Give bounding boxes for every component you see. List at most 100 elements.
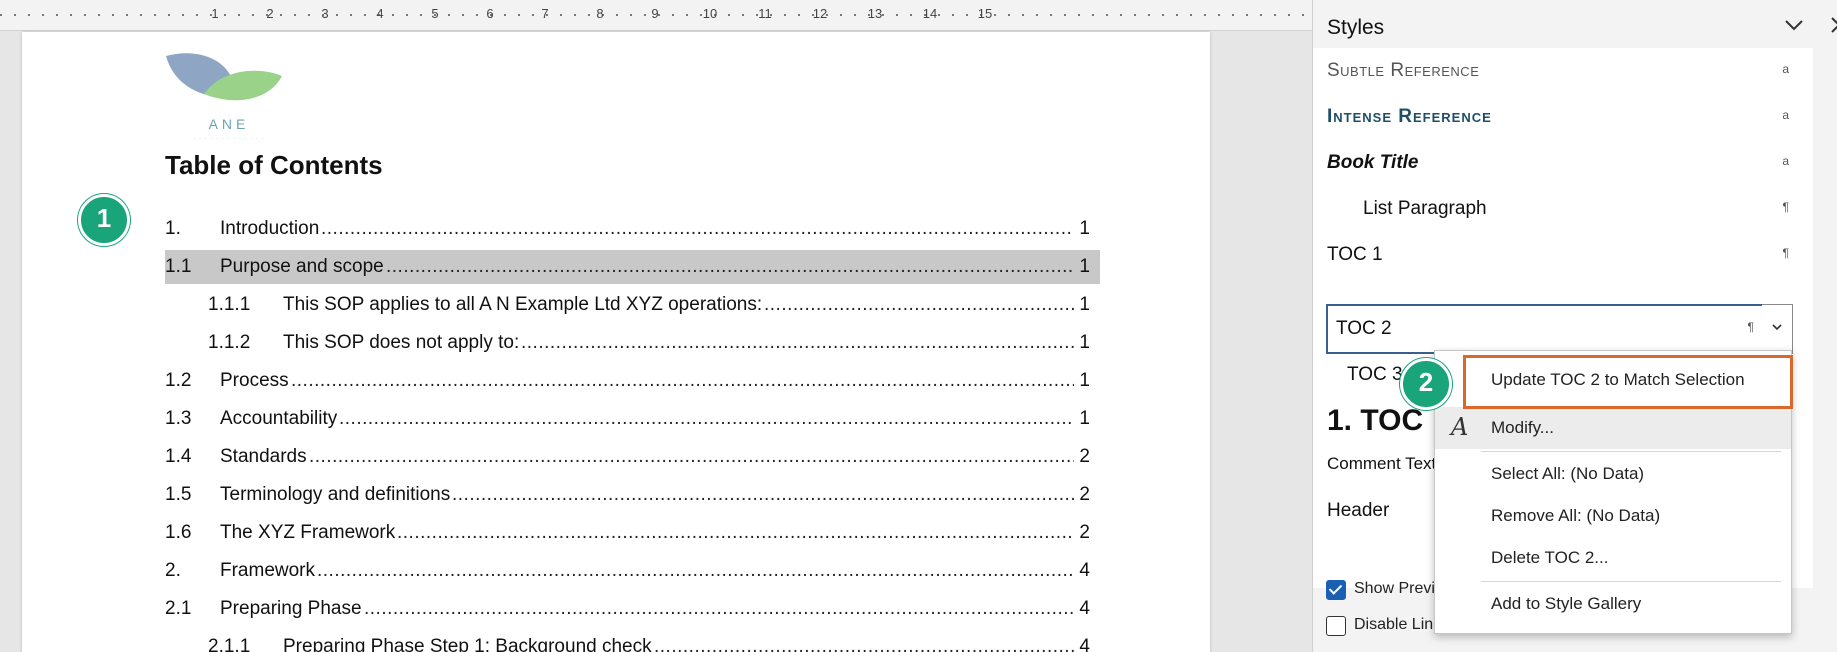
- toc-leader-dots: ........................................…: [291, 370, 1074, 391]
- ruler-tick: [798, 14, 800, 16]
- style-list-paragraph[interactable]: List Paragraph ¶: [1327, 186, 1797, 232]
- style-toc-1[interactable]: TOC 1 ¶: [1327, 232, 1797, 278]
- menu-item-label: Select All: (No Data): [1491, 464, 1645, 483]
- ruler-tick: [1162, 14, 1164, 16]
- toc-title: Table of Contents: [165, 150, 383, 180]
- ruler-tick: [616, 14, 618, 16]
- ruler-tick: [476, 14, 478, 16]
- ruler-tick: [1176, 14, 1178, 16]
- ruler-tick: [1022, 14, 1024, 16]
- toc-entry[interactable]: 1.3 Accountability 1......................…: [165, 402, 1090, 436]
- ruler-tick: [1274, 14, 1276, 16]
- modify-style-icon: A: [1451, 413, 1469, 441]
- ruler-tick: [238, 14, 240, 16]
- toc-entry-title: The XYZ Framework: [220, 522, 396, 543]
- toc-entry[interactable]: 1. Introduction 1.........................…: [165, 212, 1090, 246]
- ruler-tick: [1092, 14, 1094, 16]
- horizontal-ruler[interactable]: 1 2 3 4 5 6 7 8 9 10 11 12 13 14 15: [0, 0, 1312, 31]
- toc-leader-dots: ........................................…: [521, 332, 1074, 353]
- character-style-marker: a: [1782, 154, 1789, 168]
- menu-add-gallery[interactable]: Add to Style Gallery: [1435, 583, 1791, 625]
- menu-select-all[interactable]: Select All: (No Data): [1435, 453, 1791, 495]
- leaf-logo-icon: [166, 53, 282, 101]
- ruler-tick: [1120, 14, 1122, 16]
- menu-item-label: Add to Style Gallery: [1491, 594, 1642, 613]
- style-subtle-reference[interactable]: Subtle Reference a: [1327, 48, 1797, 94]
- toc-entry-number: 1.1.1: [208, 294, 251, 315]
- toc-entry[interactable]: 1.6 The XYZ Framework 2...................…: [165, 516, 1090, 550]
- ruler-tick: [294, 14, 296, 16]
- toc-entry[interactable]: 2.1.1 Preparing Phase Step 1: Background …: [165, 630, 1090, 652]
- toc-entry[interactable]: 1.1 Purpose and scope 1...................…: [165, 250, 1100, 284]
- toc-entry[interactable]: 1.2 Process 1.............................…: [165, 364, 1090, 398]
- toc-entry-number: 1.1.2: [208, 332, 251, 353]
- ruler-tick: [882, 14, 884, 16]
- toc-entry-page: 1: [1079, 370, 1090, 391]
- ruler-tick: [1260, 14, 1262, 16]
- character-style-marker: a: [1782, 108, 1789, 122]
- toc-entry[interactable]: 1.1.2 This SOP does not apply to: 1.......…: [165, 326, 1090, 360]
- toc-entry[interactable]: 2. Framework 4............................…: [165, 554, 1090, 588]
- ruler-tick: [364, 14, 366, 16]
- menu-remove-all[interactable]: Remove All: (No Data): [1435, 495, 1791, 537]
- ruler-tick: [84, 14, 86, 16]
- toc-entry[interactable]: 1.1.1 This SOP applies to all A N Example…: [165, 288, 1090, 322]
- document-area[interactable]: 1 2 3 4 5 6 7 8 9 10 11 12 13 14 15 ANE · · · · · · · …: [0, 0, 1312, 652]
- ruler-tick: [630, 14, 632, 16]
- ruler-number: 4: [376, 6, 384, 21]
- toc-entry-number: 1.2: [165, 370, 192, 391]
- ruler-tick: [1218, 14, 1220, 16]
- ruler-tick: [644, 14, 646, 16]
- menu-modify[interactable]: A Modify...: [1435, 407, 1791, 449]
- menu-delete-toc2[interactable]: Delete TOC 2...: [1435, 537, 1791, 579]
- ruler-tick: [462, 14, 464, 16]
- style-label: Header: [1327, 500, 1390, 521]
- ruler-number: 7: [541, 6, 549, 21]
- menu-item-label: Delete TOC 2...: [1491, 548, 1609, 567]
- toc-entry-title: Terminology and definitions: [220, 484, 451, 505]
- highlight-box: [1463, 355, 1793, 409]
- toc-entry[interactable]: 2.1 Preparing Phase 4.....................…: [165, 592, 1090, 626]
- ruler-tick: [42, 14, 44, 16]
- chevron-down-icon[interactable]: [1783, 14, 1805, 42]
- disable-linked-row[interactable]: Disable Linked Styles: [1326, 614, 1446, 640]
- style-book-title[interactable]: Book Title a: [1327, 140, 1797, 186]
- ruler-tick: [588, 14, 590, 16]
- ruler-tick: [784, 14, 786, 16]
- show-preview-checkbox[interactable]: [1326, 580, 1346, 600]
- ruler-number: 12: [812, 6, 828, 21]
- close-icon[interactable]: [1828, 14, 1837, 42]
- toc-entry-page: 1: [1079, 256, 1090, 277]
- ruler-tick: [406, 14, 408, 16]
- styles-pane-title: Styles: [1327, 16, 1385, 39]
- ruler-tick: [742, 14, 744, 16]
- disable-linked-label: Disable Linked Styles: [1354, 616, 1446, 633]
- toc-entry[interactable]: 1.5 Terminology and definitions 2.........…: [165, 478, 1090, 512]
- document-page[interactable]: ANE · · · · · · · · · · · · · Table of C…: [22, 32, 1210, 652]
- toc-entry-number: 1.6: [165, 522, 192, 543]
- ruler-tick: [1134, 14, 1136, 16]
- style-toc-2-selected[interactable]: TOC 2 ¶: [1326, 304, 1764, 354]
- toc-entry-title: Process: [220, 370, 289, 391]
- ruler-tick: [1064, 14, 1066, 16]
- paragraph-style-marker: ¶: [1782, 200, 1789, 214]
- style-list-scrollbar[interactable]: [1813, 48, 1837, 588]
- ruler-tick: [952, 14, 954, 16]
- toc-entry-number: 1.4: [165, 446, 192, 467]
- style-intense-reference[interactable]: Intense Reference a: [1327, 94, 1797, 140]
- ruler-tick: [1050, 14, 1052, 16]
- ruler-tick: [196, 14, 198, 16]
- ruler-number: 14: [922, 6, 938, 21]
- style-dropdown-button[interactable]: [1762, 304, 1793, 354]
- toc-entry-page: 4: [1079, 636, 1090, 652]
- ruler-tick: [1106, 14, 1108, 16]
- toc-entry-page: 1: [1079, 408, 1090, 429]
- disable-linked-checkbox[interactable]: [1326, 616, 1346, 636]
- show-preview-row[interactable]: Show Preview: [1326, 578, 1446, 604]
- toc-entry[interactable]: 1.4 Standards 2...........................…: [165, 440, 1090, 474]
- ruler-tick: [126, 14, 128, 16]
- ruler-tick: [854, 14, 856, 16]
- toc-leader-dots: ........................................…: [364, 598, 1074, 619]
- ruler-number: 1: [211, 6, 219, 21]
- toc-entry-number: 1.: [165, 218, 181, 239]
